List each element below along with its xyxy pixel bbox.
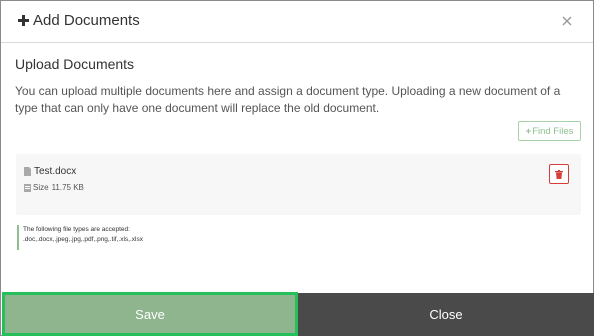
section-title: Upload Documents [15,56,135,72]
trash-icon [555,169,563,179]
accepted-types-list: .doc,.docx,.jpeg,.jpg,.pdf,.png,.tif,.xl… [23,236,143,243]
find-files-button[interactable]: + Find Files [518,121,581,141]
find-files-label: Find Files [532,125,574,137]
delete-file-button[interactable] [549,164,569,184]
dialog-title-text: Add Documents [33,12,140,29]
save-button[interactable]: Save [2,292,298,336]
file-size-row: Size 11.75 KB [24,183,84,192]
accepted-types-heading: The following file types are accepted: [23,226,130,233]
file-size-label: Size [33,183,49,192]
plus-icon [18,15,29,26]
close-icon[interactable] [560,14,574,28]
plus-icon: + [525,125,532,137]
file-name-row: Test.docx [24,166,76,177]
close-button[interactable]: Close [298,293,594,336]
file-name: Test.docx [34,166,77,177]
upload-description: You can upload multiple documents here a… [15,84,561,115]
add-documents-dialog: Add Documents Upload Documents You can u… [0,0,594,336]
dialog-header: Add Documents [1,1,593,43]
accepted-file-types-note: The following file types are accepted: .… [17,225,143,250]
file-size-value: 11.75 KB [51,183,84,192]
dialog-title: Add Documents [18,12,140,29]
file-icon [24,167,31,176]
file-item: Test.docx Size 11.75 KB [16,154,581,215]
size-icon [24,183,31,192]
